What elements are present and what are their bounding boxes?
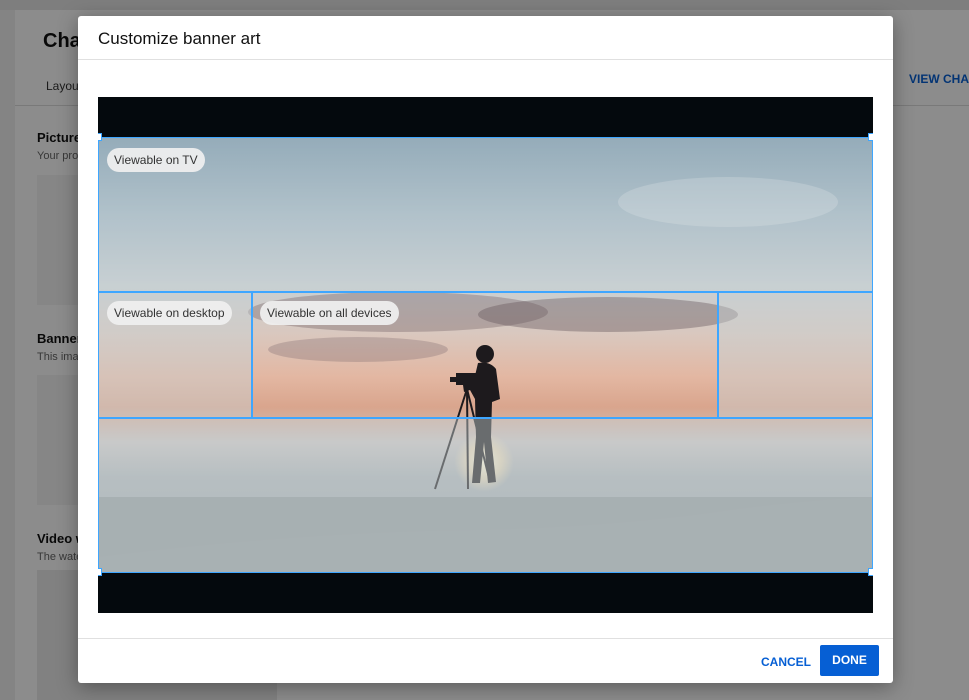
resize-handle-bottom-right[interactable] [868, 568, 873, 576]
cancel-button[interactable]: CANCEL [754, 648, 818, 676]
footer-divider [78, 638, 893, 639]
top-dark-band [98, 97, 873, 137]
banner-canvas: Viewable on TV Viewable on desktop Viewa… [98, 97, 873, 613]
bottom-dark-band [98, 573, 873, 613]
label-viewable-on-desktop: Viewable on desktop [107, 301, 232, 325]
header-divider [78, 59, 893, 60]
customize-banner-dialog: Customize banner art Viewable on TV View… [78, 16, 893, 683]
resize-handle-top-right[interactable] [868, 133, 873, 141]
resize-handle-bottom-left[interactable] [98, 568, 102, 576]
resize-handle-top-left[interactable] [98, 133, 102, 141]
done-button[interactable]: DONE [820, 645, 879, 676]
label-viewable-on-tv: Viewable on TV [107, 148, 205, 172]
label-viewable-on-all-devices: Viewable on all devices [260, 301, 399, 325]
dialog-title: Customize banner art [98, 29, 261, 48]
